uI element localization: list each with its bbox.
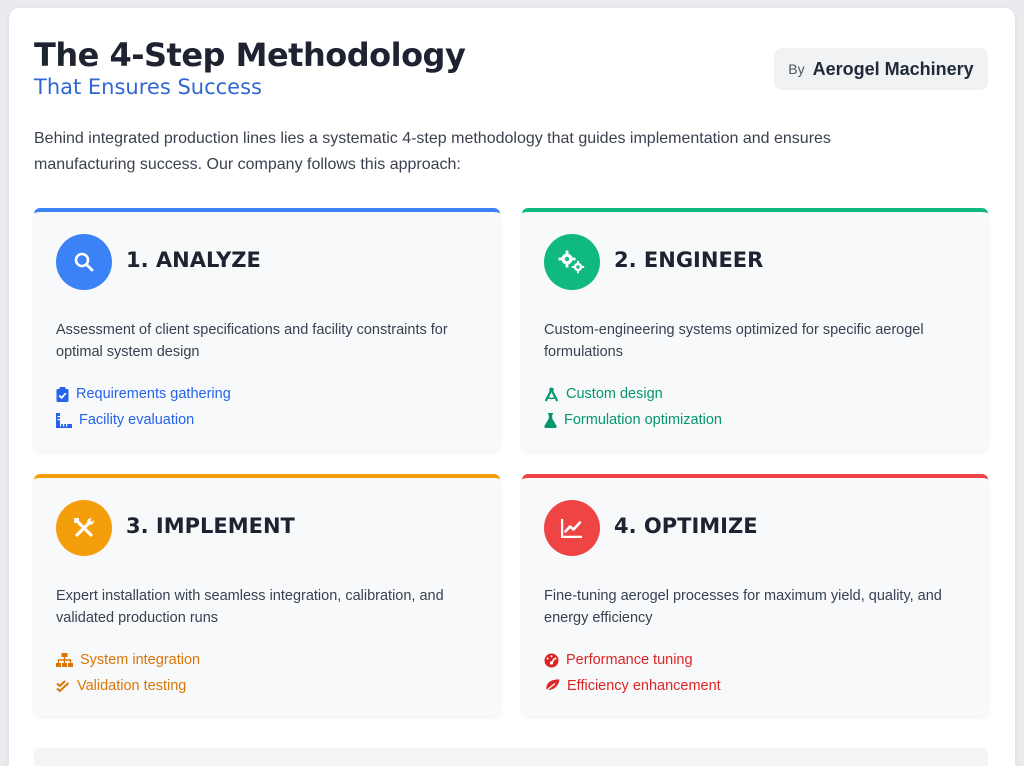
flask-icon	[544, 412, 557, 428]
next-section-edge	[34, 748, 988, 766]
step-title: 1. ANALYZE	[126, 248, 261, 272]
step-title: 4. OPTIMIZE	[614, 514, 758, 538]
step-description: Custom-engineering systems optimized for…	[544, 322, 924, 360]
feature-label: Performance tuning	[566, 652, 693, 668]
step-card-optimize: 4. OPTIMIZE Fine-tuning aerogel processe…	[522, 474, 988, 716]
feature-label: Formulation optimization	[564, 412, 722, 428]
clipboard-check-icon	[56, 386, 69, 402]
feature-item: Performance tuning	[544, 652, 693, 668]
company-name: Aerogel Machinery	[812, 58, 974, 79]
intro-paragraph: Behind integrated production lines lies …	[34, 130, 831, 173]
feature-label: Efficiency enhancement	[567, 678, 721, 694]
step-card-engineer: 2. ENGINEER Custom-engineering systems o…	[522, 208, 988, 450]
step-card-implement: 3. IMPLEMENT Expert installation with se…	[34, 474, 500, 716]
search-icon	[56, 234, 112, 290]
ruler-combined-icon	[56, 412, 72, 428]
step-description: Fine-tuning aerogel processes for maximu…	[544, 588, 942, 626]
feature-label: System integration	[80, 652, 201, 668]
author-badge: By Aerogel Machinery	[774, 48, 988, 90]
feature-item: Facility evaluation	[56, 412, 194, 428]
feature-item: Custom design	[544, 386, 663, 402]
check-double-icon	[56, 679, 70, 693]
tachometer-icon	[544, 653, 559, 668]
page-subtitle: That Ensures Success	[34, 75, 262, 99]
step-title: 3. IMPLEMENT	[126, 514, 295, 538]
step-card-analyze: 1. ANALYZE Assessment of client specific…	[34, 208, 500, 450]
drafting-compass-icon	[544, 387, 559, 402]
feature-item: Validation testing	[56, 678, 186, 694]
tools-icon	[56, 500, 112, 556]
feature-item: Efficiency enhancement	[544, 678, 721, 694]
feature-item: Requirements gathering	[56, 386, 231, 402]
sitemap-icon	[56, 653, 73, 667]
step-description: Assessment of client specifications and …	[56, 322, 448, 360]
chart-line-icon	[544, 500, 600, 556]
feature-label: Requirements gathering	[76, 386, 231, 402]
feature-label: Custom design	[566, 386, 663, 402]
step-title: 2. ENGINEER	[614, 248, 764, 272]
feature-label: Validation testing	[77, 678, 187, 694]
page-title: The 4-Step Methodology	[34, 36, 466, 74]
feature-label: Facility evaluation	[79, 412, 195, 428]
by-label: By	[788, 61, 805, 77]
feature-item: System integration	[56, 652, 200, 668]
step-description: Expert installation with seamless integr…	[56, 588, 444, 626]
content-card: The 4-Step Methodology That Ensures Succ…	[9, 8, 1015, 766]
leaf-icon	[544, 679, 560, 693]
cogs-icon	[544, 234, 600, 290]
feature-item: Formulation optimization	[544, 412, 722, 428]
